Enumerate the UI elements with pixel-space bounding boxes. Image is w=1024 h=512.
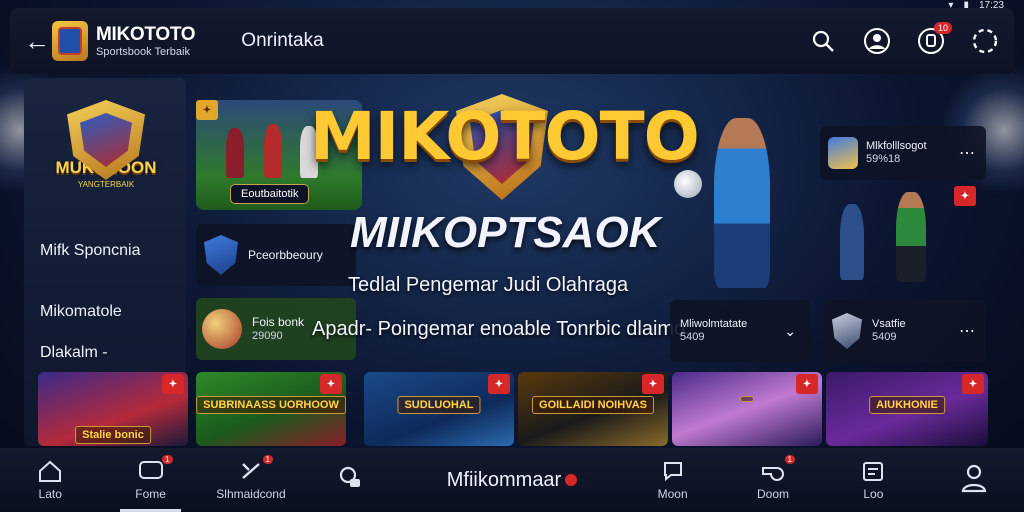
mid-card-1-title: Mliwolmtatate bbox=[680, 317, 748, 330]
chat-icon: 1 bbox=[137, 455, 173, 483]
ticket-icon bbox=[859, 459, 887, 483]
nav-label: Slhmaidcond bbox=[216, 487, 286, 501]
game-tile-4[interactable]: ✦ GOILLAIDI NOIHVAS bbox=[518, 372, 668, 446]
sidebar-item-2[interactable]: Mikomatole bbox=[40, 303, 122, 321]
user-icon bbox=[960, 464, 988, 493]
hero-subtitle: MIIKOPTSAOK bbox=[350, 208, 661, 257]
hero-tagline: Tedlal Pengemar Judi Olahraga bbox=[348, 274, 629, 296]
more-options-icon[interactable]: ⋯ bbox=[959, 143, 976, 163]
ball-card-title: Fois bonk bbox=[252, 315, 305, 330]
bottom-nav: Lato 1 Fome 1 Slhmaidcond Mfiikommaar Mo… bbox=[0, 448, 1024, 512]
player-figure bbox=[714, 118, 770, 288]
promo-right-title: Mlkfolllsogot bbox=[866, 139, 927, 152]
nav-label: Doom bbox=[757, 487, 790, 501]
ball-card-value: 29090 bbox=[252, 329, 283, 342]
sidebar-item-3[interactable]: Dlakalm - bbox=[40, 344, 108, 362]
game-tile-5[interactable]: ✦ bbox=[672, 372, 822, 446]
promo-card-mid-1[interactable]: Mliwolmtatate 5409 ⌄ bbox=[670, 300, 810, 362]
nav-item-message[interactable]: Moon bbox=[622, 448, 722, 512]
gamepad-icon bbox=[337, 466, 365, 490]
header-actions: 10 bbox=[808, 22, 1000, 56]
sportsbook-card[interactable]: Pceorbbeoury bbox=[196, 224, 356, 286]
nav-badge: 1 bbox=[162, 455, 173, 464]
football-icon bbox=[674, 170, 702, 198]
hot-tag: ✦ bbox=[196, 100, 218, 120]
message-icon bbox=[659, 459, 687, 483]
mid-card-1-sub: 5409 bbox=[680, 331, 705, 343]
player-figure bbox=[896, 192, 926, 282]
brand-tagline: Sportsbook Terbaik bbox=[96, 45, 190, 58]
nav-badge: 1 bbox=[262, 455, 273, 464]
sidebar-logo[interactable]: MUKSHOON YANGTERBAIK bbox=[42, 100, 170, 218]
hot-tag: ✦ bbox=[954, 186, 976, 206]
team-logo-icon bbox=[828, 137, 858, 169]
ball-icon bbox=[202, 309, 242, 349]
loading-icon[interactable] bbox=[970, 26, 1000, 56]
nav-item-whistle[interactable]: 1 Doom bbox=[723, 448, 823, 512]
header-link[interactable]: Onrintaka bbox=[241, 30, 323, 52]
game-tile-2[interactable]: ✦ SUBRINAASS UORHOOW bbox=[196, 372, 346, 446]
game-tile-6[interactable]: ✦ AIUKHONIE bbox=[826, 372, 988, 446]
notification-badge: 10 bbox=[933, 22, 952, 34]
top-header: ← MIKOTOTO Sportsbook Terbaik Onrintaka … bbox=[10, 8, 1014, 74]
nav-badge: 1 bbox=[784, 455, 795, 464]
hot-tag: ✦ bbox=[962, 374, 984, 394]
sidebar-item-1[interactable]: Mifk Sponcnia bbox=[40, 242, 141, 260]
sportsbook-label: Pceorbbeoury bbox=[248, 247, 323, 262]
nav-label: Loo bbox=[863, 487, 884, 501]
notification-icon[interactable]: 10 bbox=[916, 22, 952, 56]
nav-item-flash[interactable]: 1 Slhmaidcond bbox=[201, 448, 301, 512]
game-tile-banner: Stalie bonic bbox=[75, 426, 151, 444]
brand-logo[interactable] bbox=[52, 21, 88, 61]
nav-label: Fome bbox=[135, 487, 166, 501]
player-figure bbox=[840, 204, 864, 280]
nav-badge bbox=[565, 474, 578, 486]
game-tile-banner: AIUKHONIE bbox=[869, 396, 945, 414]
brand-name: MIKOTOTO bbox=[96, 23, 196, 45]
brand: MIKOTOTO Sportsbook Terbaik bbox=[96, 23, 196, 58]
nav-label: Moon bbox=[657, 487, 688, 501]
nav-item-ticket[interactable]: Loo bbox=[823, 448, 923, 512]
game-tile-1[interactable]: ✦ Stalie bonic bbox=[38, 372, 188, 446]
sidebar-logo-subtext: YANGTERBAIK bbox=[77, 180, 135, 189]
hot-tag: ✦ bbox=[642, 374, 664, 394]
search-icon[interactable] bbox=[808, 26, 838, 56]
nav-item-chat[interactable]: 1 Fome bbox=[100, 448, 200, 512]
promo-card-right[interactable]: Mlkfolllsogot 59%18 ⋯ bbox=[820, 126, 986, 180]
mid-card-2-sub: 5409 bbox=[872, 331, 897, 343]
nav-label: Lato bbox=[38, 487, 62, 501]
game-tile-banner: GOILLAIDI NOIHVAS bbox=[532, 396, 654, 414]
home-icon bbox=[36, 459, 64, 483]
nav-center-label: Mfiikommaar bbox=[446, 468, 562, 491]
flash-icon: 1 bbox=[237, 455, 273, 483]
mid-card-2-title: Vsatfie bbox=[872, 317, 906, 330]
game-tile-banner: SUBRINAASS UORHOOW bbox=[196, 396, 346, 414]
more-options-icon[interactable]: ⋯ bbox=[959, 321, 976, 341]
nav-item-games[interactable] bbox=[301, 448, 401, 512]
game-tile-3[interactable]: ✦ SUDLUOHAL bbox=[364, 372, 514, 446]
back-arrow-icon[interactable]: ← bbox=[24, 26, 50, 57]
chevron-down-icon[interactable]: ⌄ bbox=[784, 323, 796, 340]
shield-icon bbox=[204, 235, 238, 275]
hot-tag: ✦ bbox=[162, 374, 184, 394]
game-tile-banner bbox=[740, 396, 754, 402]
shield-icon bbox=[832, 313, 862, 349]
whistle-icon: 1 bbox=[759, 455, 795, 483]
game-tile-banner: SUDLUOHAL bbox=[397, 396, 481, 414]
promo-card-mid-2[interactable]: Vsatfie 5409 ⋯ bbox=[824, 300, 986, 362]
hot-tag: ✦ bbox=[320, 374, 342, 394]
hot-tag: ✦ bbox=[488, 374, 510, 394]
account-icon[interactable] bbox=[862, 26, 892, 56]
nav-item-center[interactable]: Mfiikommaar bbox=[402, 448, 623, 512]
football-card-label: Eoutbaitotik bbox=[230, 184, 310, 204]
hero-line: Apadr- Poingemar enoable Tonrbic dlaimo.… bbox=[312, 318, 702, 340]
promo-right-sub: 59%18 bbox=[866, 153, 901, 165]
hero-title: MIKOTOTO bbox=[310, 98, 700, 175]
nav-item-profile[interactable] bbox=[924, 448, 1024, 512]
nav-item-home[interactable]: Lato bbox=[0, 448, 100, 512]
hot-tag: ✦ bbox=[796, 374, 818, 394]
